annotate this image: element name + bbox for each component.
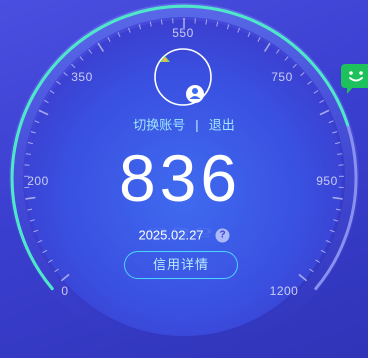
credit-score-screen: 836 0 200 350 550 750 950 1200 切换账号 | 退出 8…	[0, 0, 368, 358]
help-icon[interactable]: ?	[215, 228, 230, 242]
gauge-tick	[160, 19, 163, 25]
account-links: 切换账号 | 退出	[133, 115, 234, 134]
tick-label-950: 950	[316, 174, 338, 188]
credit-detail-button[interactable]: 信用详情	[124, 251, 238, 279]
chat-face-icon	[347, 71, 363, 94]
credit-score-value: 836	[118, 141, 242, 215]
logout-link[interactable]: 退出	[209, 115, 235, 134]
tick-label-0: 0	[61, 284, 69, 298]
gauge-tick	[205, 19, 208, 25]
gauge-tick	[25, 153, 31, 155]
tick-label-750: 750	[271, 70, 293, 84]
score-date: 2025.02.27	[138, 227, 204, 243]
score-date-row: 2025.02.27 ?	[138, 227, 230, 243]
tick-label-550: 550	[172, 26, 194, 40]
gauge-tick	[337, 153, 343, 155]
tick-label-200: 200	[27, 174, 49, 188]
account-separator: |	[195, 117, 199, 133]
chat-button[interactable]	[341, 64, 368, 94]
user-avatar-icon[interactable]	[186, 85, 204, 103]
tick-label-350: 350	[71, 70, 93, 84]
tick-label-1200: 1200	[269, 284, 299, 298]
switch-account-link[interactable]: 切换账号	[133, 115, 185, 134]
